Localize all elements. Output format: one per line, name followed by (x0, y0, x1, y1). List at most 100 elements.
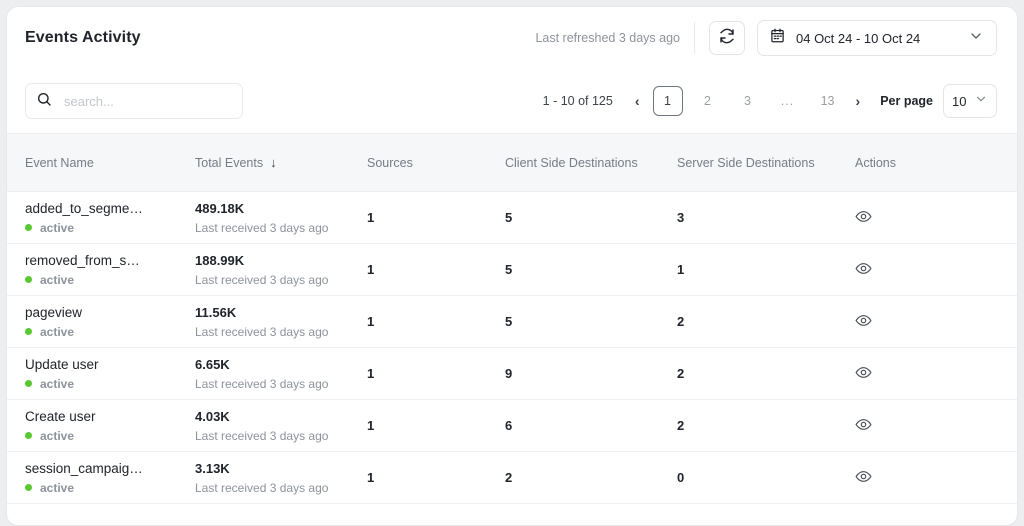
column-header-total-events[interactable]: Total Events ↓ (195, 133, 367, 192)
column-label: Server Side Destinations (677, 155, 815, 170)
cell-server-side-destinations: 3 (677, 191, 855, 244)
column-header-client-side-destinations[interactable]: Client Side Destinations (505, 133, 677, 192)
cell-server-side-destinations: 1 (677, 243, 855, 296)
table-row[interactable]: pageview active 11.56K Last received 3 days… (7, 295, 1017, 348)
cell-client-side-destinations: 9 (505, 347, 677, 400)
column-label: Total Events (195, 155, 264, 170)
cell-total-events: 3.13K Last received 3 days ago (195, 451, 367, 504)
cell-client-side-destinations: 6 (505, 399, 677, 452)
column-header-actions: Actions (855, 133, 1017, 192)
pagination-next-button[interactable]: › (848, 94, 869, 108)
chevron-down-icon (968, 28, 984, 49)
pagination-range: 1 - 10 of 125 (542, 94, 613, 108)
last-received-text: Last received 3 days ago (195, 272, 329, 287)
status-label: active (40, 324, 75, 339)
per-page-select[interactable]: 10 (943, 84, 997, 118)
cell-server-side-destinations: 2 (677, 295, 855, 348)
pagination: 1 - 10 of 125 ‹ 1 2 3 ... 13 › Per page … (543, 84, 997, 118)
eye-icon (855, 260, 872, 280)
cell-total-events: 4.03K Last received 3 days ago (195, 399, 367, 452)
status-dot (25, 432, 32, 439)
pagination-prev-button[interactable]: ‹ (627, 94, 648, 108)
per-page-label: Per page (880, 94, 933, 108)
cell-actions (855, 399, 1017, 452)
status-dot (25, 380, 32, 387)
view-details-button[interactable] (855, 364, 1017, 384)
last-received-text: Last received 3 days ago (195, 428, 329, 443)
cell-server-side-destinations: 2 (677, 399, 855, 452)
table-toolbar: 1 - 10 of 125 ‹ 1 2 3 ... 13 › Per page … (7, 69, 1017, 133)
table-row[interactable]: removed_from_s… active 188.99K Last receive… (7, 243, 1017, 296)
total-events-value: 3.13K (195, 460, 230, 476)
column-header-event-name[interactable]: Event Name (7, 133, 195, 192)
column-label: Client Side Destinations (505, 155, 638, 170)
header-controls: Last refreshed 3 days ago 04 Oct 24 - 10… (535, 20, 997, 56)
view-details-button[interactable] (855, 208, 1017, 228)
cell-client-side-destinations: 5 (505, 243, 677, 296)
table-row[interactable]: session_campaig… active 3.13K Last received… (7, 451, 1017, 504)
column-header-sources[interactable]: Sources (367, 133, 505, 192)
cell-client-side-destinations: 5 (505, 295, 677, 348)
pagination-page-1[interactable]: 1 (652, 86, 683, 116)
view-details-button[interactable] (855, 468, 1017, 488)
total-events-value: 489.18K (195, 200, 245, 216)
table-header-row: Event Name Total Events ↓ Sources Client… (7, 133, 1017, 192)
cell-actions (855, 451, 1017, 504)
eye-icon (855, 416, 872, 436)
cell-sources: 1 (367, 243, 505, 296)
search-box[interactable] (25, 83, 243, 119)
view-details-button[interactable] (855, 416, 1017, 436)
cell-actions (855, 243, 1017, 296)
status-badge: active (25, 377, 195, 391)
total-events-value: 188.99K (195, 252, 245, 268)
search-input[interactable] (64, 93, 232, 109)
view-details-button[interactable] (855, 260, 1017, 280)
calendar-icon (770, 28, 785, 48)
last-received-text: Last received 3 days ago (195, 220, 329, 235)
status-label: active (40, 220, 75, 235)
event-name: pageview (25, 304, 83, 320)
refresh-button[interactable] (709, 21, 745, 55)
cell-event-name: Create user active (7, 399, 195, 452)
status-dot (25, 484, 32, 491)
table-head: Event Name Total Events ↓ Sources Client… (7, 133, 1017, 192)
cell-sources: 1 (367, 347, 505, 400)
event-name: removed_from_s… (25, 252, 140, 268)
cell-server-side-destinations: 0 (677, 451, 855, 504)
per-page-value: 10 (952, 93, 967, 109)
date-range-label: 04 Oct 24 - 10 Oct 24 (796, 30, 921, 46)
last-received-text: Last received 3 days ago (195, 324, 329, 339)
cell-event-name: session_campaig… active (7, 451, 195, 504)
cell-sources: 1 (367, 191, 505, 244)
table-row[interactable]: Update user active 6.65K Last received 3 da… (7, 347, 1017, 400)
cell-client-side-destinations: 5 (505, 191, 677, 244)
cell-event-name: pageview active (7, 295, 195, 348)
cell-client-side-destinations: 2 (505, 451, 677, 504)
pagination-page-13[interactable]: 13 (813, 86, 843, 116)
eye-icon (855, 312, 872, 332)
status-badge: active (25, 429, 195, 443)
cell-event-name: Update user active (7, 347, 195, 400)
status-label: active (40, 272, 75, 287)
date-range-picker[interactable]: 04 Oct 24 - 10 Oct 24 (757, 20, 997, 56)
total-events-value: 11.56K (195, 304, 237, 320)
cell-event-name: removed_from_s…active (7, 243, 195, 296)
table-row[interactable]: added_to_segme… active 489.18K Last receive… (7, 191, 1017, 244)
table-row[interactable]: Create user active 4.03K Last received 3 da… (7, 399, 1017, 452)
events-activity-card: Events Activity Last refreshed 3 days ag… (6, 6, 1018, 526)
cell-actions (855, 295, 1017, 348)
cell-total-events: 489.18K Last received 3 days ago (195, 191, 367, 244)
view-details-button[interactable] (855, 312, 1017, 332)
event-name: Update user (25, 356, 99, 372)
event-name: session_campaig… (25, 460, 143, 476)
page-title: Events Activity (25, 29, 141, 46)
search-icon (36, 91, 52, 112)
cell-total-events: 11.56K Last received 3 days ago (195, 295, 367, 348)
pagination-page-2[interactable]: 2 (693, 86, 723, 116)
status-label: active (40, 376, 75, 391)
pagination-page-3[interactable]: 3 (733, 86, 763, 116)
table-body: added_to_segme… active 489.18K Last receive… (7, 191, 1017, 504)
column-header-server-side-destinations[interactable]: Server Side Destinations (677, 133, 855, 192)
last-received-text: Last received 3 days ago (195, 376, 329, 391)
events-table: Event Name Total Events ↓ Sources Client… (7, 133, 1017, 504)
